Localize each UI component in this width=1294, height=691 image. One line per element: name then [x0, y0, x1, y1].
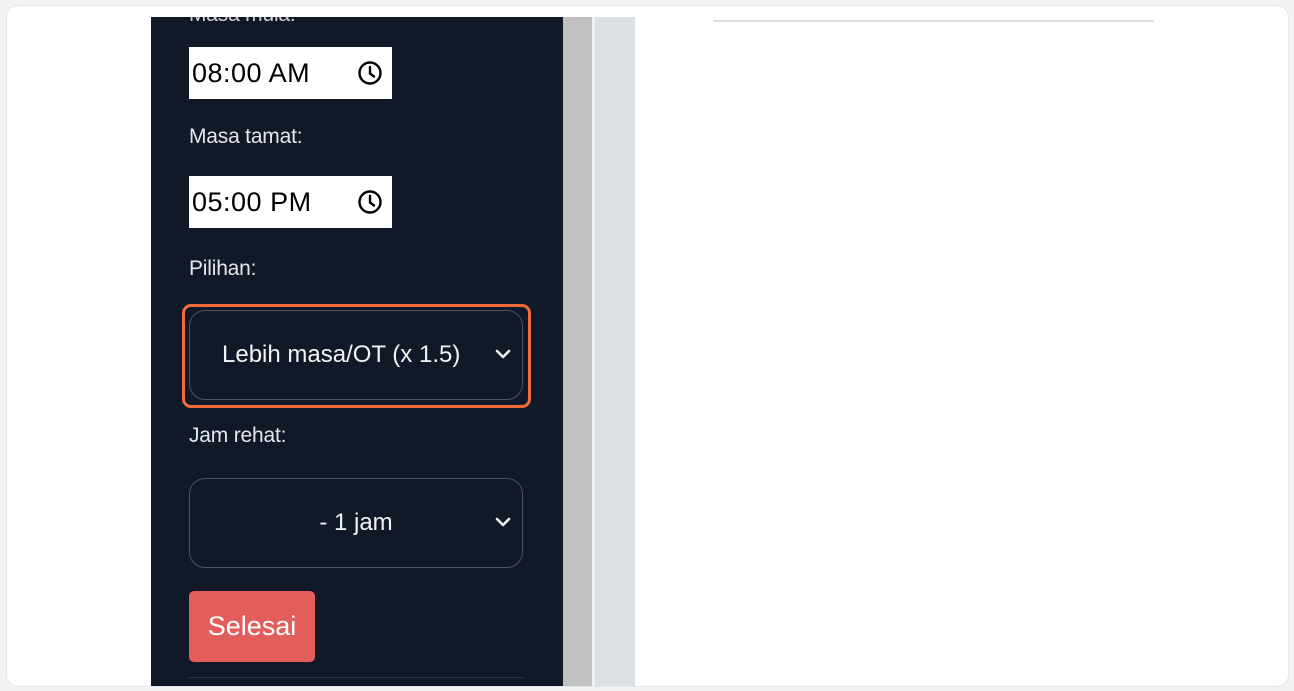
content-top-border: [713, 20, 1154, 22]
end-time-label: Masa tamat:: [189, 125, 303, 148]
clock-icon[interactable]: [357, 189, 383, 215]
start-time-label: Masa mula:: [189, 17, 296, 27]
clock-icon[interactable]: [357, 60, 383, 86]
chevron-down-icon: [495, 349, 511, 359]
panel-scrollbar[interactable]: [563, 17, 592, 686]
end-time-value: 05:00 PM: [192, 186, 312, 217]
app-window: Masa mula: 08:00 AM Masa tamat: 05:00 PM…: [6, 5, 1289, 687]
option-label: Pilihan:: [189, 257, 257, 280]
break-select[interactable]: - 1 jam: [189, 478, 523, 568]
end-time-input[interactable]: 05:00 PM: [189, 176, 392, 228]
start-time-value: 08:00 AM: [192, 57, 311, 88]
start-time-input[interactable]: 08:00 AM: [189, 47, 392, 99]
break-select-value: - 1 jam: [319, 509, 393, 536]
form-divider: [189, 677, 523, 678]
submit-button[interactable]: Selesai: [189, 591, 315, 662]
schedule-form-panel: Masa mula: 08:00 AM Masa tamat: 05:00 PM…: [151, 17, 563, 686]
chevron-down-icon: [495, 517, 511, 527]
option-select[interactable]: Lebih masa/OT (x 1.5): [189, 310, 523, 400]
break-label: Jam rehat:: [189, 424, 287, 447]
panel-side-shade: [595, 17, 635, 686]
option-select-value: Lebih masa/OT (x 1.5): [222, 341, 461, 368]
